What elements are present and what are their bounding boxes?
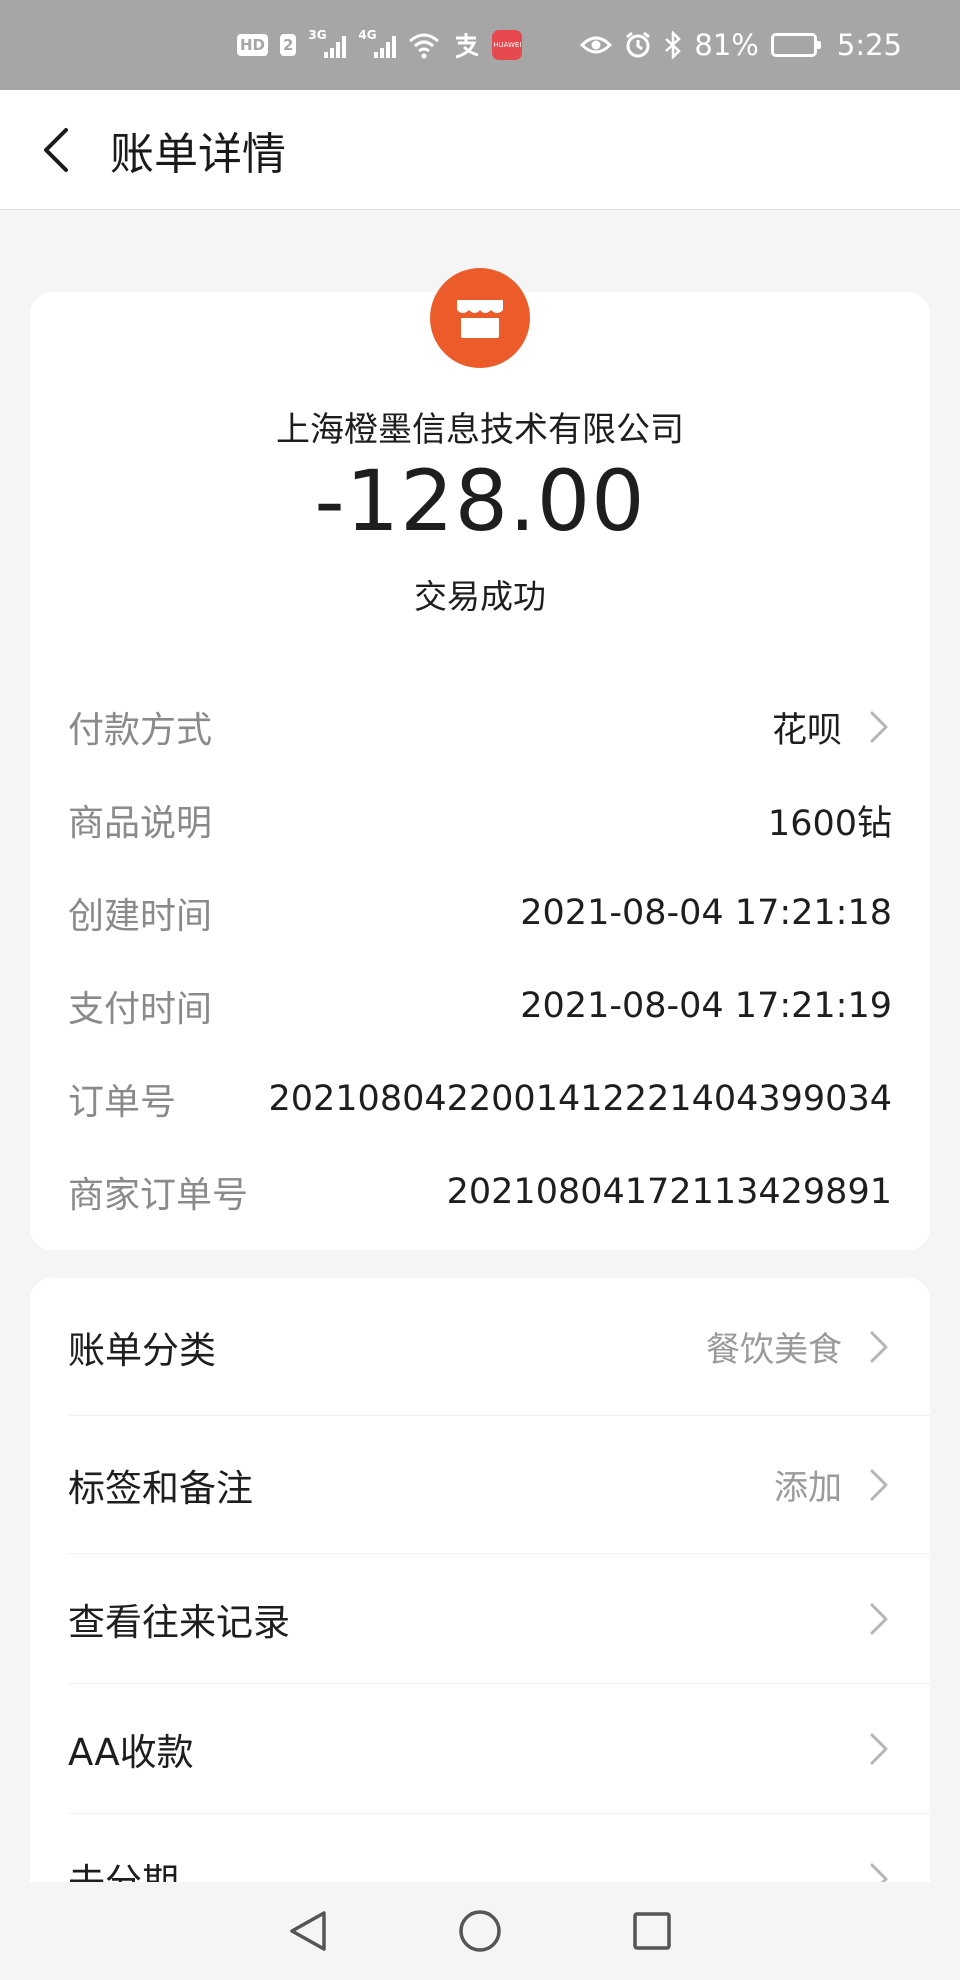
created-time-row: 创建时间 2021-08-04 17:21:18: [68, 878, 892, 948]
detail-label: 创建时间: [68, 896, 213, 937]
detail-label: 付款方式: [68, 710, 213, 751]
chevron-right-icon: [870, 1469, 888, 1500]
huawei-app-icon: HUAWEI: [492, 30, 523, 60]
menu-item-bill-category[interactable]: 账单分类 餐饮美食: [68, 1278, 930, 1416]
battery-percent: 81%: [694, 28, 759, 62]
back-button[interactable]: [0, 90, 110, 210]
wifi-icon: [409, 33, 440, 59]
page-title: 账单详情: [110, 128, 286, 180]
nav-back-button[interactable]: [278, 1901, 338, 1961]
clock: 5:25: [836, 28, 902, 62]
network-type-label: 4G: [358, 28, 377, 42]
detail-value: 20210804172113429891: [446, 1172, 892, 1212]
detail-value: 1600钻: [767, 803, 892, 844]
menu-label: AA收款: [68, 1730, 194, 1774]
title-bar: 账单详情: [0, 90, 960, 210]
merchant-name: 上海橙墨信息技术有限公司: [276, 410, 684, 450]
network-type-label: 3G: [308, 28, 327, 42]
merchant-order-number-row: 商家订单号 20210804172113429891: [68, 1157, 892, 1227]
product-desc-row: 商品说明 1600钻: [68, 785, 892, 855]
paid-time-row: 支付时间 2021-08-04 17:21:19: [68, 971, 892, 1041]
transaction-card: 上海橙墨信息技术有限公司 -128.00 交易成功 付款方式 花呗 商品说明 1…: [30, 268, 930, 1250]
eye-icon: [580, 36, 613, 54]
detail-value: 2021080422001412221404399034: [268, 1079, 892, 1119]
store-icon: [430, 268, 530, 368]
detail-label: 商家订单号: [68, 1175, 249, 1216]
system-nav-bar: [0, 1882, 960, 1980]
alipay-icon: [455, 33, 479, 59]
status-bar: HD 2 3G 4G HUAWEI 81% 5:25: [0, 0, 960, 90]
menu-item-tags-notes[interactable]: 标签和备注 添加: [68, 1416, 930, 1554]
chevron-right-icon: [870, 1331, 888, 1362]
nav-recents-button[interactable]: [622, 1901, 682, 1961]
menu-label: 账单分类: [68, 1328, 216, 1372]
signal-icon: 4G: [358, 28, 397, 58]
chevron-left-icon: [44, 127, 68, 172]
actions-card: 账单分类 餐饮美食 标签和备注 添加 查看往来记录 AA收款: [30, 1278, 930, 1978]
chevron-right-icon: [870, 1603, 888, 1634]
sim-badge: 2: [279, 34, 297, 56]
detail-value: 2021-08-04 17:21:18: [520, 893, 892, 933]
alarm-icon: [626, 31, 651, 58]
menu-value: 添加: [774, 1468, 842, 1508]
detail-label: 支付时间: [68, 989, 213, 1030]
order-number-row: 订单号 2021080422001412221404399034: [68, 1064, 892, 1134]
menu-item-aa-collect[interactable]: AA收款: [68, 1684, 930, 1814]
menu-value: 餐饮美食: [706, 1330, 842, 1370]
home-circle-icon: [459, 1910, 501, 1952]
chevron-right-icon: [870, 1733, 888, 1764]
amount: -128.00: [314, 452, 646, 550]
back-triangle-icon: [290, 1911, 326, 1951]
transaction-status: 交易成功: [414, 577, 546, 616]
menu-label: 查看往来记录: [68, 1600, 290, 1644]
detail-label: 订单号: [68, 1082, 177, 1123]
detail-value: 2021-08-04 17:21:19: [520, 986, 892, 1026]
detail-value: 花呗: [771, 710, 842, 751]
nav-home-button[interactable]: [450, 1901, 510, 1961]
detail-label: 商品说明: [68, 803, 213, 844]
menu-label: 标签和备注: [68, 1466, 253, 1510]
menu-item-view-records[interactable]: 查看往来记录: [68, 1554, 930, 1684]
signal-icon: 3G: [308, 28, 347, 58]
payment-method-row[interactable]: 付款方式 花呗: [68, 692, 892, 762]
hd-badge: HD: [236, 34, 268, 56]
bluetooth-icon: [665, 31, 682, 59]
chevron-right-icon: [870, 711, 888, 743]
battery-icon: [770, 33, 821, 57]
recents-square-icon: [633, 1912, 671, 1950]
